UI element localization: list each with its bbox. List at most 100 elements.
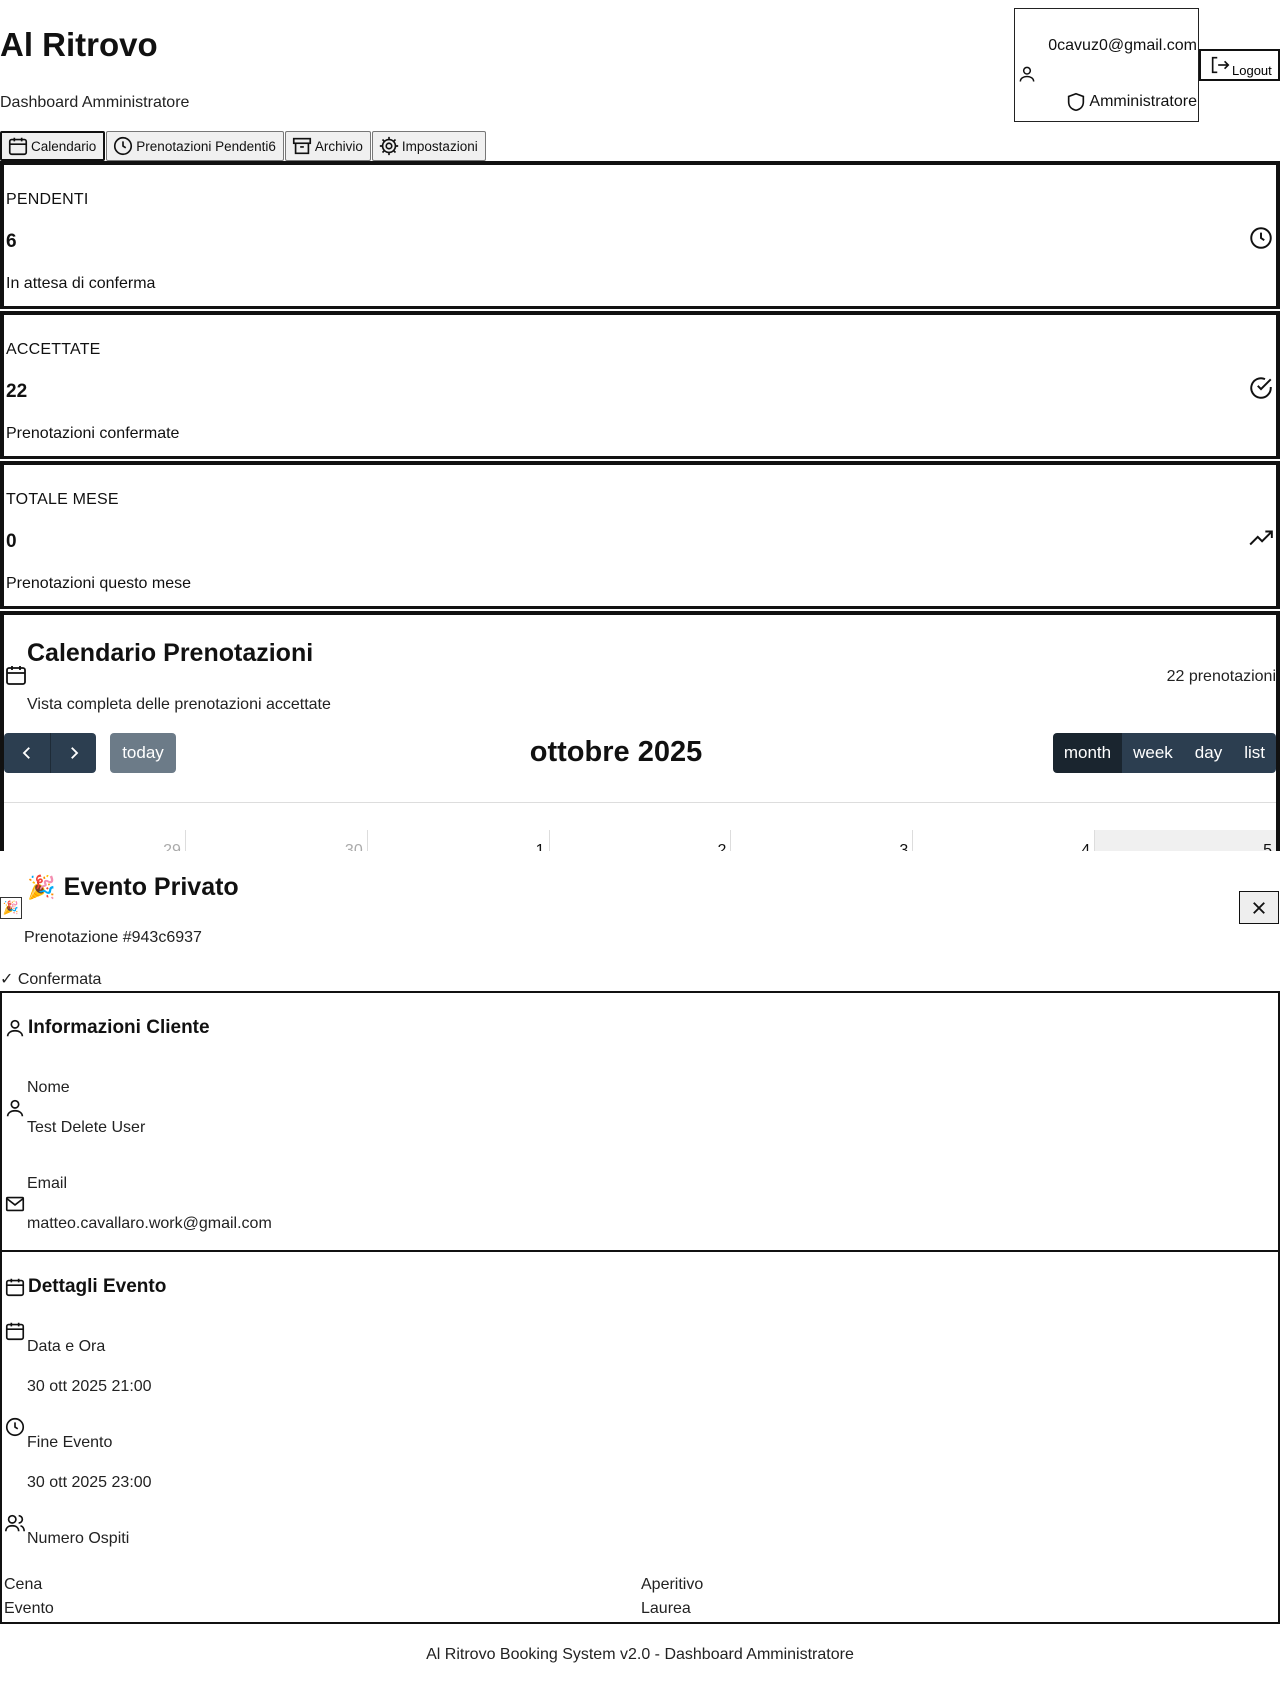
section-title-text: Informazioni Cliente [28, 1017, 210, 1038]
calendar-card: Calendario Prenotazioni 22 prenotazioni … [0, 611, 1280, 851]
user-email: 0cavuz0@gmail.com [1048, 37, 1197, 54]
clock-icon [5, 1417, 25, 1437]
end-value: 30 ott 2025 23:00 [27, 1474, 152, 1491]
day-number: 4 [1081, 842, 1091, 851]
tag-item: Evento [4, 1600, 54, 1617]
stat-card-totale-mese: TOTALE MESE 0 Prenotazioni questo mese [0, 461, 1280, 609]
tab-label: Archivio [314, 138, 363, 154]
day-number: 5 [1263, 842, 1273, 851]
modal-title: 🎉 Evento Privato [27, 873, 239, 902]
logout-label: Logout [1232, 63, 1272, 78]
stat-label: PENDENTI [6, 191, 89, 208]
calendar-day-cell[interactable]: 29 [4, 830, 186, 851]
mail-icon [5, 1196, 25, 1212]
tag-item: Aperitivo [641, 1576, 704, 1593]
tab-archivio[interactable]: Archivio [284, 131, 371, 161]
tab-bar: Calendario Prenotazioni Pendenti6 Archiv… [0, 131, 486, 161]
guests-label: Numero Ospiti [27, 1530, 130, 1547]
date-value: 30 ott 2025 21:00 [27, 1378, 152, 1395]
email-value: matteo.cavallaro.work@gmail.com [27, 1215, 272, 1232]
status-badge: ✓ Confermata [0, 971, 102, 988]
day-number: 3 [899, 842, 909, 851]
stat-value: 0 [6, 531, 17, 552]
name-label: Nome [27, 1079, 70, 1096]
section-title: Informazioni Cliente [4, 1017, 210, 1039]
logout-icon [1211, 56, 1230, 74]
event-details-section: Dettagli Evento Data e Ora 30 ott 2025 2… [0, 1250, 1280, 1568]
user-icon [6, 1019, 24, 1037]
user-icon [6, 1099, 24, 1117]
modal-title-text: Evento Privato [63, 873, 239, 901]
view-week-button[interactable]: week [1122, 733, 1184, 773]
calendar-day-cell[interactable]: 4 [913, 830, 1096, 851]
app-subtitle: Dashboard Amministratore [0, 94, 190, 111]
logout-button[interactable]: Logout [1199, 49, 1280, 81]
archive-icon [292, 137, 311, 155]
tab-impostazioni[interactable]: Impostazioni [371, 131, 486, 161]
stat-description: Prenotazioni confermate [6, 425, 180, 442]
booking-reference: Prenotazione #943c6937 [24, 929, 202, 946]
tab-calendario[interactable]: Calendario [0, 131, 106, 161]
stat-description: Prenotazioni questo mese [6, 575, 191, 592]
view-day-button[interactable]: day [1183, 733, 1234, 773]
user-role: Amministratore [1065, 91, 1197, 113]
calendar-view-switcher: month week day list [1052, 733, 1276, 773]
calendar-divider [4, 802, 1276, 803]
tag-item: Cena [4, 1576, 43, 1593]
email-label: Email [27, 1175, 68, 1192]
tab-label: Calendario [31, 138, 97, 154]
stat-label: TOTALE MESE [6, 491, 119, 508]
gear-icon [379, 136, 399, 156]
calendar-title: Calendario Prenotazioni [27, 639, 314, 667]
stat-label: ACCETTATE [6, 341, 101, 358]
day-number: 1 [535, 842, 545, 851]
client-info-section: Informazioni Cliente Nome Test Delete Us… [0, 991, 1280, 1251]
calendar-day-cell[interactable]: 30 [186, 830, 368, 851]
tag-item: Laurea [641, 1600, 691, 1617]
section-title: Dettagli Evento [4, 1276, 166, 1298]
name-value: Test Delete User [27, 1119, 146, 1136]
trending-up-icon [1249, 530, 1273, 546]
section-title-text: Dettagli Evento [28, 1276, 167, 1297]
calendar-icon [6, 666, 26, 685]
booking-count: 22 prenotazioni [1166, 668, 1276, 685]
calendar-icon [5, 1278, 25, 1297]
calendar-icon [5, 1322, 25, 1341]
tab-prenotazioni-pendenti[interactable]: Prenotazioni Pendenti6 [106, 131, 284, 161]
footer: Al Ritrovo Booking System v2.0 - Dashboa… [426, 1646, 854, 1663]
stat-value: 22 [6, 381, 28, 402]
users-icon [5, 1514, 25, 1532]
close-icon [1253, 901, 1265, 914]
stat-card-accettate: ACCETTATE 22 Prenotazioni confermate [0, 311, 1280, 459]
calendar-day-cell[interactable]: 3 [731, 830, 914, 851]
view-list-button[interactable]: list [1233, 733, 1276, 773]
stat-description: In attesa di conferma [6, 275, 156, 292]
close-modal-button[interactable] [1239, 891, 1279, 924]
date-label: Data e Ora [27, 1338, 106, 1355]
tab-label: Prenotazioni Pendenti6 [136, 138, 276, 154]
event-emoji-badge: 🎉 [0, 897, 22, 919]
check-circle-icon [1250, 377, 1272, 399]
calendar-week-row: 29 30 1 2 3 4 5 [4, 830, 1276, 851]
tab-label: Impostazioni [401, 138, 478, 154]
calendar-subtitle: Vista completa delle prenotazioni accett… [27, 696, 331, 713]
app-title: Al Ritrovo [0, 26, 158, 63]
stat-value: 6 [6, 231, 17, 252]
day-number: 2 [717, 842, 727, 851]
party-emoji: 🎉 [27, 874, 56, 900]
day-number: 29 [163, 842, 181, 851]
calendar-month-title: ottobre 2025 [529, 736, 703, 768]
shield-icon [1068, 92, 1085, 112]
user-info-box: 0cavuz0@gmail.com Amministratore [1014, 8, 1199, 122]
calendar-day-cell[interactable]: 1 [368, 830, 550, 851]
event-tags: Cena Aperitivo Evento Laurea [0, 1568, 1280, 1624]
stat-card-pendenti: PENDENTI 6 In attesa di conferma [0, 161, 1280, 309]
user-role-label: Amministratore [1089, 93, 1197, 110]
clock-icon [1250, 227, 1272, 249]
user-icon [1019, 66, 1035, 82]
end-label: Fine Evento [27, 1434, 113, 1451]
day-number: 30 [344, 842, 363, 851]
view-month-button[interactable]: month [1052, 733, 1123, 773]
calendar-day-cell[interactable]: 2 [550, 830, 732, 851]
calendar-day-cell[interactable]: 5 [1095, 830, 1276, 851]
